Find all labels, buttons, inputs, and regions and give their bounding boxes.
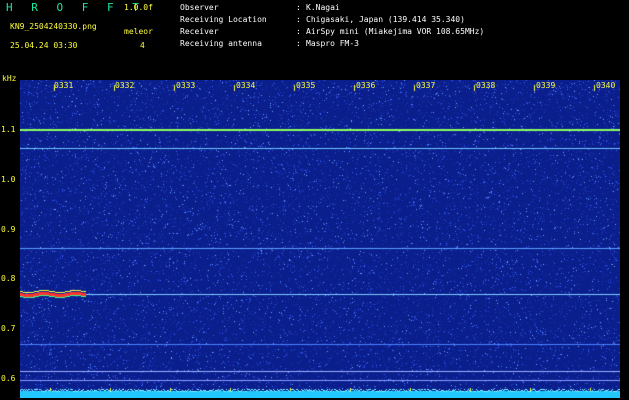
mode-value: 4 bbox=[140, 41, 145, 50]
observer-label: Observer bbox=[180, 3, 219, 12]
x-tick-label: 0338 bbox=[476, 81, 496, 90]
x-tick-label: 0331 bbox=[54, 81, 74, 90]
y-tick-label: 1.0 bbox=[1, 175, 16, 184]
y-tick-label: 0.6 bbox=[1, 374, 16, 383]
colon: : bbox=[296, 15, 301, 24]
y-tick-label: 0.7 bbox=[1, 324, 16, 333]
x-tick-label: 0337 bbox=[416, 81, 436, 90]
colon: : bbox=[296, 39, 301, 48]
location-label: Receiving Location bbox=[180, 15, 267, 24]
antenna-value: Maspro FM-3 bbox=[306, 39, 359, 48]
spectrogram-plot bbox=[20, 80, 620, 398]
x-tick-label: 0332 bbox=[115, 81, 135, 90]
receiver-value: AirSpy mini (Miakejima VOR 108.65MHz) bbox=[306, 27, 485, 36]
x-tick-label: 0340 bbox=[596, 81, 616, 90]
x-tick-label: 0336 bbox=[356, 81, 376, 90]
antenna-label: Receiving antenna bbox=[180, 39, 262, 48]
x-tick-label: 0339 bbox=[536, 81, 556, 90]
x-tick-label: 0333 bbox=[176, 81, 196, 90]
version-label: 1.0.0f bbox=[124, 3, 153, 12]
mode-label: meleor bbox=[124, 27, 153, 36]
y-tick-label: 1.1 bbox=[1, 125, 16, 134]
hrofft-window: H R O F F T 1.0.0f KN9_2504240330.png me… bbox=[0, 0, 629, 400]
filename-label: KN9_2504240330.png bbox=[10, 22, 97, 31]
colon: : bbox=[296, 3, 301, 12]
x-tick-label: 0334 bbox=[236, 81, 256, 90]
colon: : bbox=[296, 27, 301, 36]
location-value: Chigasaki, Japan (139.414 35.340) bbox=[306, 15, 465, 24]
x-tick-label: 0335 bbox=[296, 81, 316, 90]
receiver-label: Receiver bbox=[180, 27, 219, 36]
y-axis-unit: kHz bbox=[2, 74, 17, 83]
y-tick-label: 0.8 bbox=[1, 274, 16, 283]
datetime-label: 25.04.24 03:30 bbox=[10, 41, 78, 50]
observer-value: K.Nagai bbox=[306, 3, 340, 12]
y-tick-label: 0.9 bbox=[1, 225, 16, 234]
